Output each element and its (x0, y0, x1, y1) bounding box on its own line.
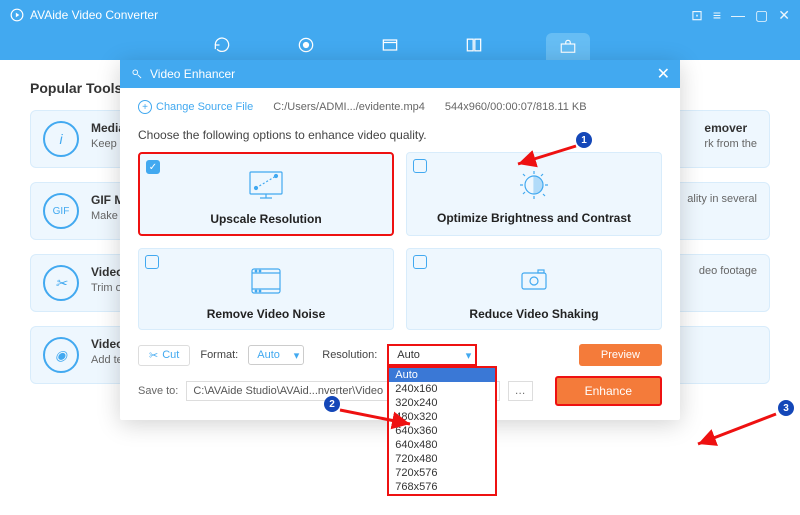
format-label: Format: (200, 349, 238, 361)
browse-button[interactable]: … (508, 381, 533, 401)
option-noise[interactable]: Remove Video Noise (138, 248, 394, 330)
source-meta: 544x960/00:00:07/818.11 KB (445, 101, 587, 113)
nav-collage-icon[interactable] (462, 36, 486, 54)
drop-icon: ◉ (43, 337, 79, 373)
plus-icon: + (138, 100, 152, 114)
video-enhancer-modal: Video Enhancer ✕ +Change Source File C:/… (120, 60, 680, 420)
tool-desc: rk from the (704, 138, 757, 150)
save-to-label: Save to: (138, 385, 178, 397)
wand-icon (130, 67, 144, 81)
resolution-option[interactable]: 750x1334 (389, 494, 495, 496)
checkbox-icon[interactable] (413, 159, 427, 173)
maximize-icon[interactable]: ▢ (755, 7, 768, 24)
change-source-button[interactable]: +Change Source File (138, 100, 253, 114)
annotation-2: 2 (324, 396, 340, 412)
close-icon[interactable]: ✕ (657, 64, 670, 84)
resolution-option[interactable]: 768x576 (389, 480, 495, 494)
source-path: C:/Users/ADMI.../evidente.mp4 (273, 101, 425, 113)
checkbox-icon[interactable] (145, 255, 159, 269)
arrow-icon (690, 410, 780, 450)
app-title: AVAide Video Converter (30, 8, 158, 22)
nav-media-icon[interactable] (378, 36, 402, 54)
format-select[interactable]: Auto (248, 345, 304, 365)
titlebar: AVAide Video Converter ⊡ ≡ — ▢ ✕ (0, 0, 800, 30)
nav-toolbox-icon[interactable] (546, 33, 590, 61)
resolution-option[interactable]: 640x480 (389, 438, 495, 452)
annotation-1: 1 (576, 132, 592, 148)
arrow-icon (510, 142, 580, 170)
option-label: Upscale Resolution (150, 212, 382, 226)
nav-record-icon[interactable] (294, 36, 318, 54)
scissors-icon: ✂ (43, 265, 79, 301)
checkbox-icon[interactable] (413, 255, 427, 269)
messages-icon[interactable]: ⊡ (691, 7, 703, 24)
close-window-icon[interactable]: ✕ (778, 7, 790, 24)
resolution-option[interactable]: 720x576 (389, 466, 495, 480)
option-shaking[interactable]: Reduce Video Shaking (406, 248, 662, 330)
preview-button[interactable]: Preview (579, 344, 662, 366)
minimize-icon[interactable]: — (731, 7, 745, 24)
enhance-button[interactable]: Enhance (555, 376, 662, 406)
arrow-icon (336, 406, 416, 430)
resolution-option[interactable]: 240x160 (389, 382, 495, 396)
resolution-option[interactable]: Auto (389, 368, 495, 382)
modal-header: Video Enhancer ✕ (120, 60, 680, 88)
cut-button[interactable]: ✂Cut (138, 345, 190, 366)
gif-icon: GIF (43, 193, 79, 229)
info-icon: i (43, 121, 79, 157)
menu-icon[interactable]: ≡ (713, 7, 721, 24)
annotation-3: 3 (778, 400, 794, 416)
resolution-dropdown: Auto240x160320x240480x320640x360640x4807… (387, 366, 497, 496)
checkbox-icon[interactable] (146, 160, 160, 174)
resolution-select[interactable]: Auto (387, 344, 477, 366)
modal-title: Video Enhancer (150, 67, 235, 81)
tool-desc: ality in several (687, 193, 757, 205)
app-logo-icon (10, 8, 24, 22)
navbar (0, 30, 800, 60)
tool-desc: deo footage (699, 265, 757, 277)
tool-title: emover (704, 121, 757, 135)
option-label: Reduce Video Shaking (417, 307, 651, 321)
option-label: Optimize Brightness and Contrast (417, 211, 651, 225)
nav-convert-icon[interactable] (210, 36, 234, 54)
resolution-label: Resolution: (322, 349, 377, 361)
scissors-icon: ✂ (149, 349, 158, 362)
resolution-option[interactable]: 720x480 (389, 452, 495, 466)
option-upscale[interactable]: Upscale Resolution (138, 152, 394, 236)
option-label: Remove Video Noise (149, 307, 383, 321)
